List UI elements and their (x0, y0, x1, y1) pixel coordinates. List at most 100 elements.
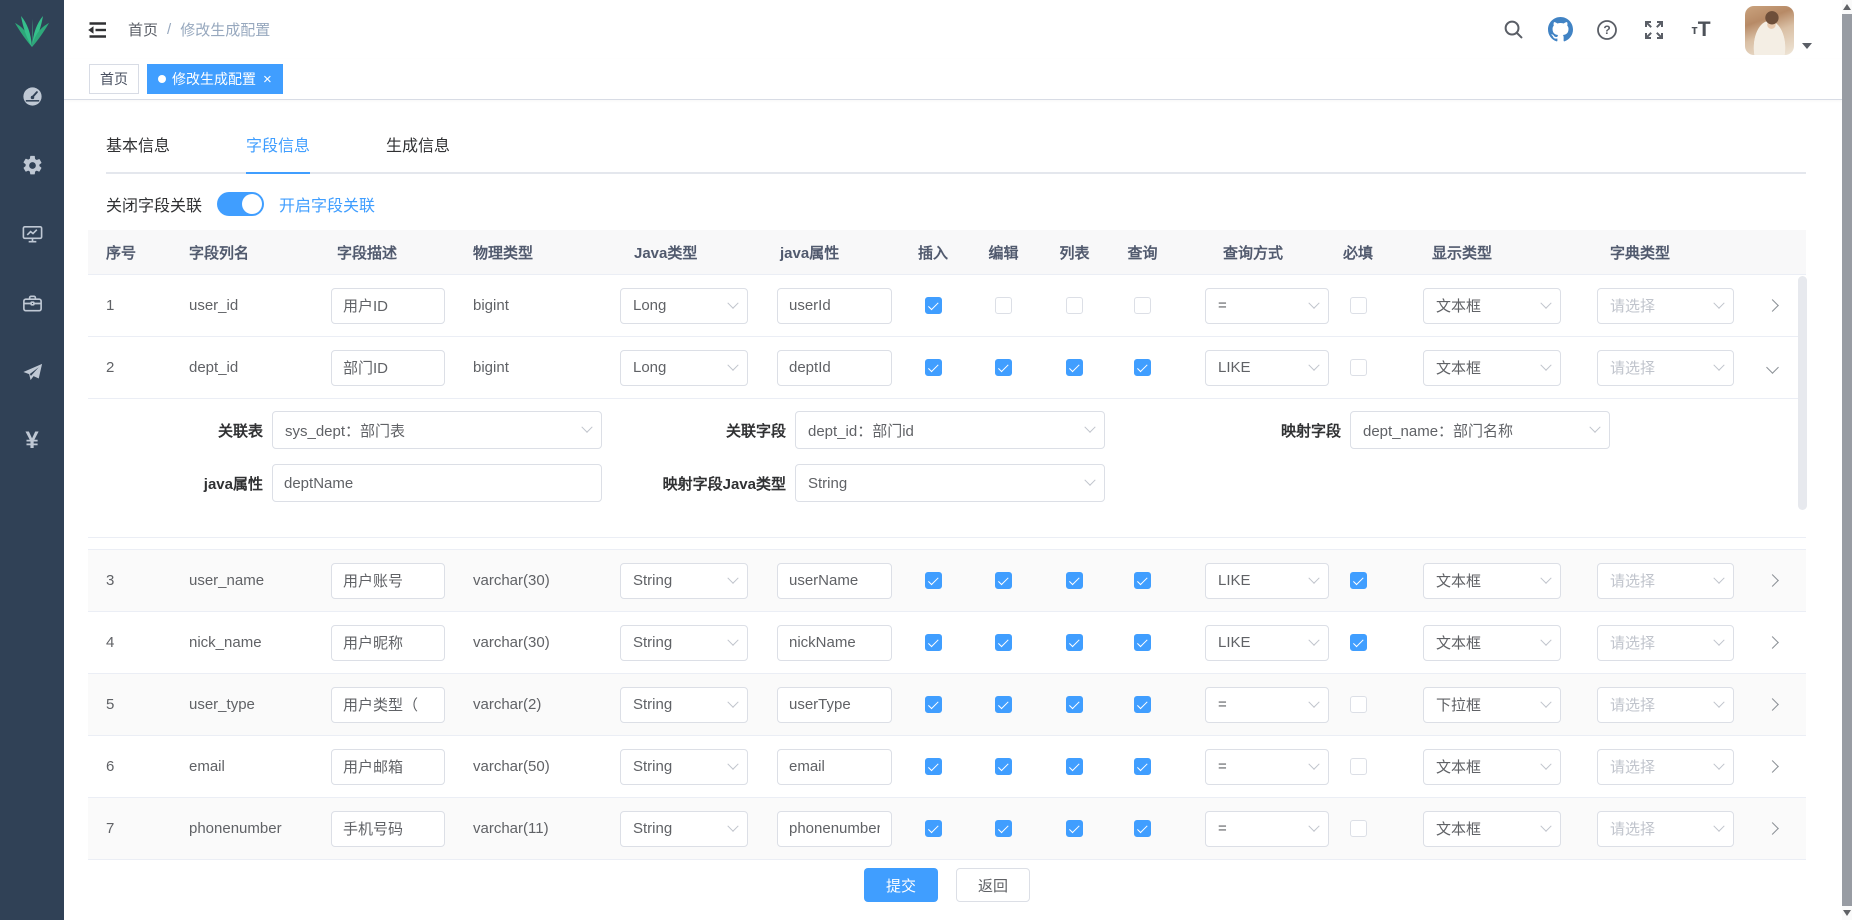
sidebar-item-tool[interactable] (20, 291, 44, 315)
query-type-select[interactable]: = (1205, 288, 1329, 324)
list-checkbox[interactable] (1066, 696, 1083, 713)
edit-checkbox[interactable] (995, 696, 1012, 713)
close-icon[interactable]: × (263, 72, 272, 87)
display-type-select[interactable]: 文本框 (1423, 811, 1561, 847)
row-expand-arrow[interactable] (1766, 574, 1779, 587)
row-expand-arrow[interactable] (1766, 698, 1779, 711)
query-checkbox[interactable] (1134, 359, 1151, 376)
fullscreen-button[interactable] (1641, 17, 1667, 43)
query-type-select[interactable]: LIKE (1205, 563, 1329, 599)
java-attr-input[interactable] (777, 350, 892, 386)
edit-checkbox[interactable] (995, 820, 1012, 837)
app-logo[interactable] (0, 0, 64, 64)
edit-checkbox[interactable] (995, 359, 1012, 376)
tab-basic-info[interactable]: 基本信息 (106, 132, 170, 156)
field-desc-input[interactable] (331, 563, 445, 599)
query-type-select[interactable]: LIKE (1205, 625, 1329, 661)
dict-type-select[interactable]: 请选择 (1597, 288, 1734, 324)
java-attr-input[interactable] (777, 749, 892, 785)
field-desc-input[interactable] (331, 687, 445, 723)
scrollbar-up-arrow[interactable] (1842, 0, 1852, 14)
required-checkbox[interactable] (1350, 696, 1367, 713)
user-menu[interactable] (1745, 4, 1812, 55)
required-checkbox[interactable] (1350, 297, 1367, 314)
query-checkbox[interactable] (1134, 758, 1151, 775)
sidebar-fold-button[interactable] (84, 17, 110, 43)
field-desc-input[interactable] (331, 625, 445, 661)
list-checkbox[interactable] (1066, 634, 1083, 651)
insert-checkbox[interactable] (925, 634, 942, 651)
java-attr-input[interactable] (777, 288, 892, 324)
list-checkbox[interactable] (1066, 359, 1083, 376)
search-button[interactable] (1500, 17, 1526, 43)
relation-field-select[interactable]: dept_id：部门id (795, 411, 1105, 449)
query-checkbox[interactable] (1134, 696, 1151, 713)
field-relation-switch[interactable] (217, 192, 264, 216)
insert-checkbox[interactable] (925, 758, 942, 775)
required-checkbox[interactable] (1350, 820, 1367, 837)
font-size-button[interactable]: тT (1688, 17, 1714, 43)
insert-checkbox[interactable] (925, 820, 942, 837)
row-expand-arrow[interactable] (1766, 760, 1779, 773)
github-button[interactable] (1547, 17, 1573, 43)
sidebar-item-dashboard[interactable] (20, 84, 44, 108)
breadcrumb-home[interactable]: 首页 (128, 19, 158, 40)
java-type-select[interactable]: Long (620, 288, 748, 324)
query-type-select[interactable]: LIKE (1205, 350, 1329, 386)
row-expand-arrow[interactable] (1766, 636, 1779, 649)
help-button[interactable]: ? (1594, 17, 1620, 43)
tag-current-page[interactable]: 修改生成配置 × (147, 64, 283, 94)
sidebar-item-guide[interactable] (20, 360, 44, 384)
tab-gen-info[interactable]: 生成信息 (386, 132, 450, 156)
query-type-select[interactable]: = (1205, 687, 1329, 723)
display-type-select[interactable]: 文本框 (1423, 563, 1561, 599)
list-checkbox[interactable] (1066, 297, 1083, 314)
query-checkbox[interactable] (1134, 297, 1151, 314)
edit-checkbox[interactable] (995, 758, 1012, 775)
query-checkbox[interactable] (1134, 820, 1151, 837)
mapping-java-attr-input[interactable] (272, 464, 602, 502)
query-type-select[interactable]: = (1205, 811, 1329, 847)
java-type-select[interactable]: Long (620, 350, 748, 386)
field-desc-input[interactable] (331, 749, 445, 785)
required-checkbox[interactable] (1350, 572, 1367, 589)
required-checkbox[interactable] (1350, 758, 1367, 775)
query-type-select[interactable]: = (1205, 749, 1329, 785)
query-checkbox[interactable] (1134, 634, 1151, 651)
edit-checkbox[interactable] (995, 572, 1012, 589)
field-desc-input[interactable] (331, 350, 445, 386)
required-checkbox[interactable] (1350, 634, 1367, 651)
display-type-select[interactable]: 下拉框 (1423, 687, 1561, 723)
java-type-select[interactable]: String (620, 811, 748, 847)
dict-type-select[interactable]: 请选择 (1597, 625, 1734, 661)
dict-type-select[interactable]: 请选择 (1597, 749, 1734, 785)
sidebar-item-monitor[interactable] (20, 222, 44, 246)
submit-button[interactable]: 提交 (864, 868, 938, 902)
dict-type-select[interactable]: 请选择 (1597, 563, 1734, 599)
row-expand-arrow[interactable] (1766, 361, 1779, 374)
insert-checkbox[interactable] (925, 572, 942, 589)
java-type-select[interactable]: String (620, 625, 748, 661)
edit-checkbox[interactable] (995, 297, 1012, 314)
list-checkbox[interactable] (1066, 572, 1083, 589)
insert-checkbox[interactable] (925, 297, 942, 314)
sidebar-item-pay[interactable]: ¥ (20, 429, 44, 453)
java-type-select[interactable]: String (620, 749, 748, 785)
page-scrollbar[interactable] (1842, 0, 1852, 920)
list-checkbox[interactable] (1066, 820, 1083, 837)
scrollbar-thumb[interactable] (1842, 14, 1852, 906)
dict-type-select[interactable]: 请选择 (1597, 811, 1734, 847)
scrollbar-down-arrow[interactable] (1842, 906, 1852, 920)
java-attr-input[interactable] (777, 687, 892, 723)
insert-checkbox[interactable] (925, 359, 942, 376)
back-button[interactable]: 返回 (956, 868, 1030, 902)
java-type-select[interactable]: String (620, 687, 748, 723)
edit-checkbox[interactable] (995, 634, 1012, 651)
required-checkbox[interactable] (1350, 359, 1367, 376)
java-attr-input[interactable] (777, 811, 892, 847)
dict-type-select[interactable]: 请选择 (1597, 350, 1734, 386)
java-attr-input[interactable] (777, 625, 892, 661)
row-expand-arrow[interactable] (1766, 299, 1779, 312)
sidebar-item-system[interactable] (20, 153, 44, 177)
field-desc-input[interactable] (331, 288, 445, 324)
